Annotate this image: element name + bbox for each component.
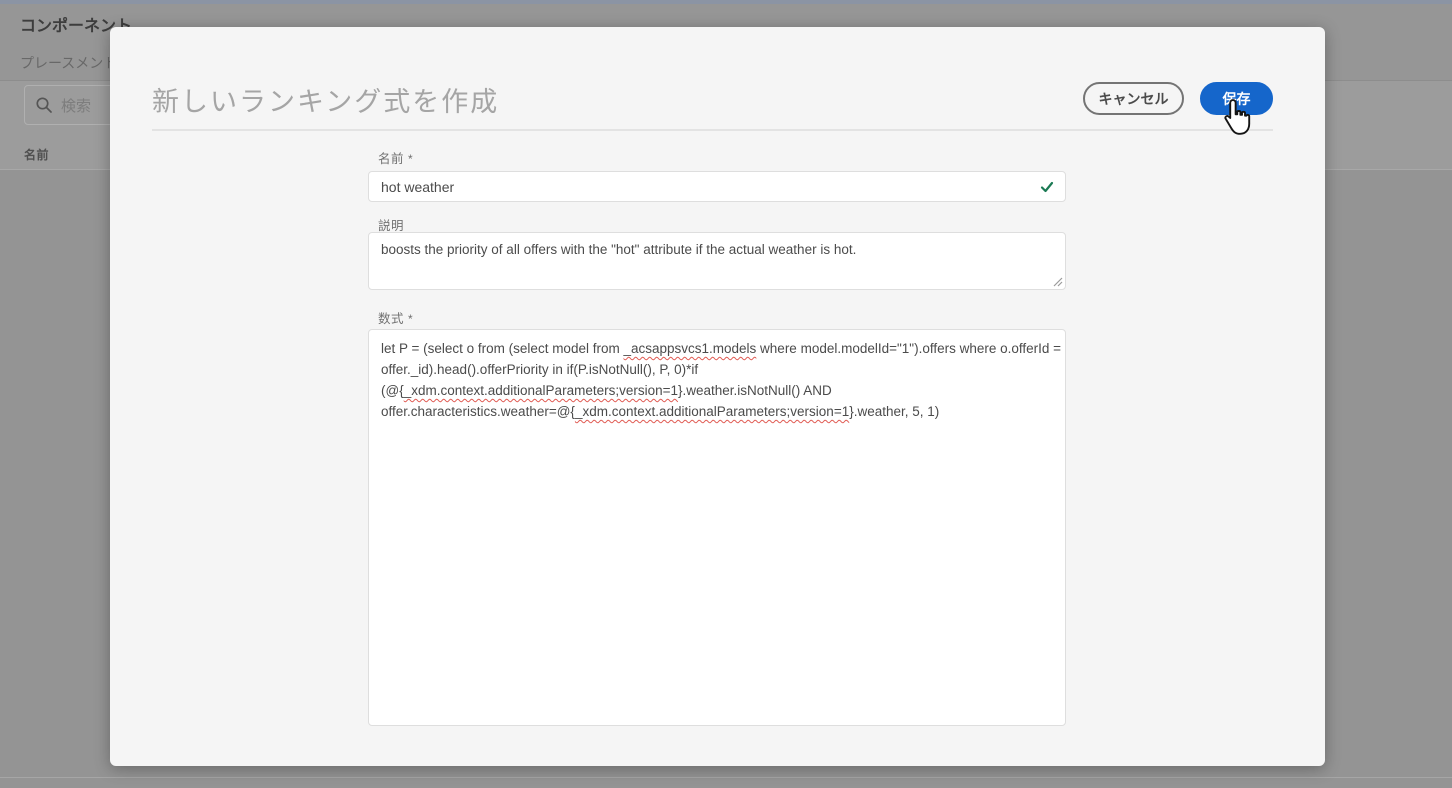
misspelled-token: _xdm.context.additionalParameters;versio… (403, 383, 678, 398)
background-bottom-divider (0, 777, 1452, 778)
formula-field-label: 数式 * (378, 312, 414, 326)
cancel-button[interactable]: キャンセル (1083, 82, 1184, 115)
description-textarea[interactable]: boosts the priority of all offers with t… (368, 232, 1066, 290)
formula-line: let P = (select o from (select model fro… (381, 341, 1062, 356)
save-button[interactable]: 保存 (1200, 82, 1273, 115)
name-input[interactable]: hot weather (368, 171, 1066, 202)
create-ranking-formula-dialog: 新しいランキング式を作成 キャンセル 保存 名前 * hot weather 説明… (110, 27, 1325, 766)
misspelled-token: _xdm.context.additionalParameters;versio… (574, 404, 850, 419)
required-asterisk: * (408, 312, 414, 326)
dialog-title: 新しいランキング式を作成 (152, 87, 500, 117)
valid-check-icon (1040, 181, 1054, 193)
cancel-button-label: キャンセル (1098, 90, 1169, 107)
misspelled-token: _acsappsvcs1.models (623, 341, 757, 356)
search-placeholder: 検索 (61, 97, 92, 115)
formula-line: (@{_xdm.context.additionalParameters;ver… (381, 383, 832, 398)
required-asterisk: * (408, 152, 414, 166)
search-icon (36, 97, 52, 113)
textarea-resize-handle[interactable] (1053, 277, 1063, 287)
formula-line: offer.characteristics.weather=@{_xdm.con… (381, 404, 940, 419)
formula-line: offer._id).head().offerPriority in if(P.… (381, 362, 699, 377)
formula-textarea[interactable]: let P = (select o from (select model fro… (368, 329, 1066, 726)
title-divider (152, 129, 1273, 131)
name-field-label: 名前 * (378, 152, 414, 166)
name-input-value: hot weather (381, 178, 455, 195)
save-button-label: 保存 (1222, 90, 1251, 107)
table-column-header-name: 名前 (24, 148, 50, 162)
description-value: boosts the priority of all offers with t… (381, 242, 857, 257)
